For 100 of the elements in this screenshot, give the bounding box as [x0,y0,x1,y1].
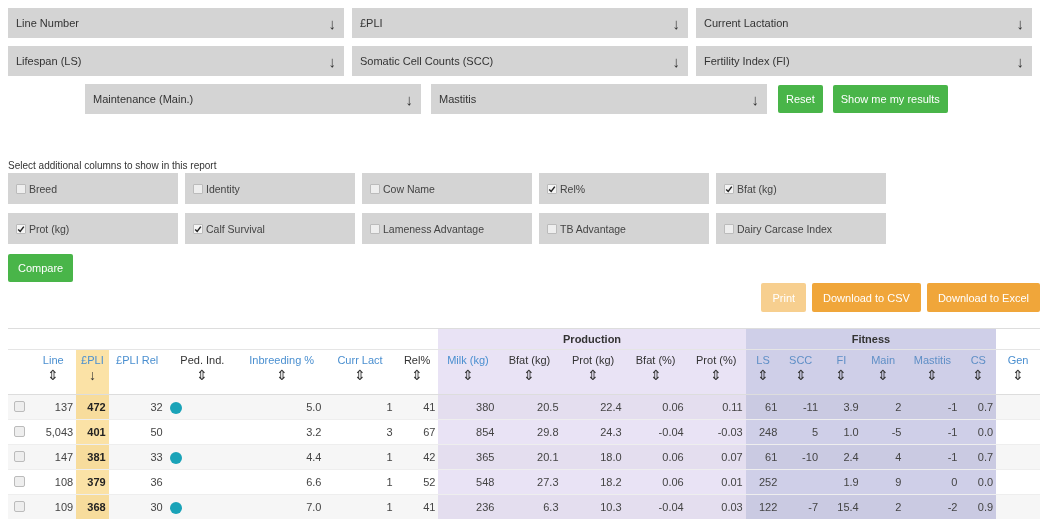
table-cell: 1.9 [843,476,859,488]
column-header: Prot (%) [696,354,737,366]
table-cell: 6.6 [306,476,322,488]
column-option[interactable]: Cow Name [362,173,532,204]
table-cell: 36 [150,476,163,488]
column-option[interactable]: Calf Survival [185,213,355,244]
sort-icon[interactable]: ⇕ [1012,367,1025,383]
table-cell: 381 [87,451,106,463]
column-sort-link[interactable]: £PLI Rel [116,354,159,366]
column-option[interactable]: Rel% [539,173,709,204]
column-option[interactable]: Breed [8,173,178,204]
sort-icon[interactable]: ⇕ [354,367,367,383]
row-checkbox[interactable] [13,400,25,412]
row-checkbox[interactable] [13,500,25,512]
table-cell: 7.0 [306,501,322,513]
sort-icon[interactable]: ⇕ [972,367,985,383]
sort-dropdown[interactable]: Mastitis ↓ [431,84,767,114]
table-cell: 3.9 [843,401,859,413]
sort-icon[interactable]: ⇕ [275,367,288,383]
table-cell: 0.06 [662,476,684,488]
sort-icon[interactable]: ⇕ [710,367,723,383]
table-cell: 1 [386,476,393,488]
table-cell: 5 [811,426,818,438]
table-cell: -1 [947,401,958,413]
table-cell: 368 [87,501,106,513]
checkbox[interactable] [193,223,203,234]
checkbox[interactable] [16,183,26,194]
sort-dropdown[interactable]: Lifespan (LS) ↓ [8,46,344,76]
table-cell: 5.0 [306,401,322,413]
sort-icon[interactable]: ⇕ [523,367,536,383]
table-cell: 3.2 [306,426,322,438]
table-cell: 0.0 [977,426,994,438]
table-cell: 6.3 [543,501,559,513]
table-cell: 0.03 [721,501,743,513]
sort-icon[interactable]: ⇕ [757,367,769,383]
column-sort-link[interactable]: Inbreeding % [249,354,315,366]
table-cell: 41 [423,401,436,413]
arrow-down-icon: ↓ [1016,52,1024,70]
table-cell: 22.4 [600,401,622,413]
column-option[interactable]: Bfat (kg) [716,173,886,204]
table-cell: -1 [947,451,958,463]
table-cell: 5,043 [45,426,74,438]
checkbox[interactable] [547,183,557,194]
column-option[interactable]: Prot (kg) [8,213,178,244]
table-cell: 365 [476,451,495,463]
sort-dropdown[interactable]: Line Number ↓ [8,8,344,38]
table-cell: 854 [476,426,495,438]
table-cell: 67 [423,426,436,438]
row-checkbox[interactable] [13,450,25,462]
table-cell: 18.2 [600,476,622,488]
column-option[interactable]: Identity [185,173,355,204]
sort-icon[interactable]: ⇕ [196,367,209,383]
checkbox[interactable] [370,223,380,234]
sort-dropdown[interactable]: Somatic Cell Counts (SCC) ↓ [352,46,688,76]
row-checkbox[interactable] [13,425,25,437]
sort-dropdown[interactable]: Maintenance (Main.) ↓ [85,84,421,114]
table-cell: 9 [895,476,902,488]
column-sort-link[interactable]: Line [42,354,64,366]
sort-icon[interactable]: ⇕ [877,367,890,383]
table-cell: 1 [386,401,393,413]
sort-icon[interactable]: ⇕ [649,367,662,383]
table-cell: 20.5 [537,401,559,413]
checkbox[interactable] [724,183,734,194]
column-option[interactable]: TB Advantage [539,213,709,244]
checkbox[interactable] [547,223,557,234]
checkbox[interactable] [724,223,734,234]
table-cell: 4.4 [306,451,322,463]
table-cell: 2.4 [843,451,859,463]
sort-icon[interactable]: ⇕ [835,367,848,383]
table-cell: 1.0 [843,426,859,438]
table-cell: 2 [895,401,902,413]
table-cell: 32 [150,401,163,413]
sort-icon[interactable]: ⇕ [411,367,424,383]
table-cell: 33 [150,451,163,463]
column-option[interactable]: Dairy Carcase Index [716,213,886,244]
sort-icon[interactable]: ⇕ [587,367,600,383]
column-sort-link[interactable]: Curr Lact [337,354,383,366]
sort-dropdown[interactable]: £PLI ↓ [352,8,688,38]
table-cell: 52 [423,476,436,488]
sort-icon[interactable]: ⇕ [926,367,939,383]
table-cell: 27.3 [537,476,559,488]
arrow-down-icon: ↓ [1016,14,1024,32]
table-cell: 109 [54,501,74,513]
checkbox[interactable] [16,223,26,234]
sort-dropdown[interactable]: Current Lactation ↓ [696,8,1032,38]
row-checkbox[interactable] [13,475,25,487]
checkbox[interactable] [193,183,203,194]
checkbox[interactable] [370,183,380,194]
table-cell: 147 [54,451,74,463]
column-sort-link[interactable]: Gen [1007,354,1029,366]
table-cell: 0.01 [721,476,743,488]
table-cell: 472 [87,401,106,413]
sort-dropdown[interactable]: Fertility Index (FI) ↓ [696,46,1032,76]
sort-icon[interactable]: ⇕ [47,367,60,383]
table-cell: 2 [895,501,902,513]
column-option[interactable]: Lameness Advantage [362,213,532,244]
sort-icon[interactable]: ⇕ [794,367,807,383]
sort-icon[interactable]: ⇕ [461,367,474,383]
table-cell: 548 [476,476,495,488]
sort-down-icon[interactable]: ↓ [88,367,96,383]
